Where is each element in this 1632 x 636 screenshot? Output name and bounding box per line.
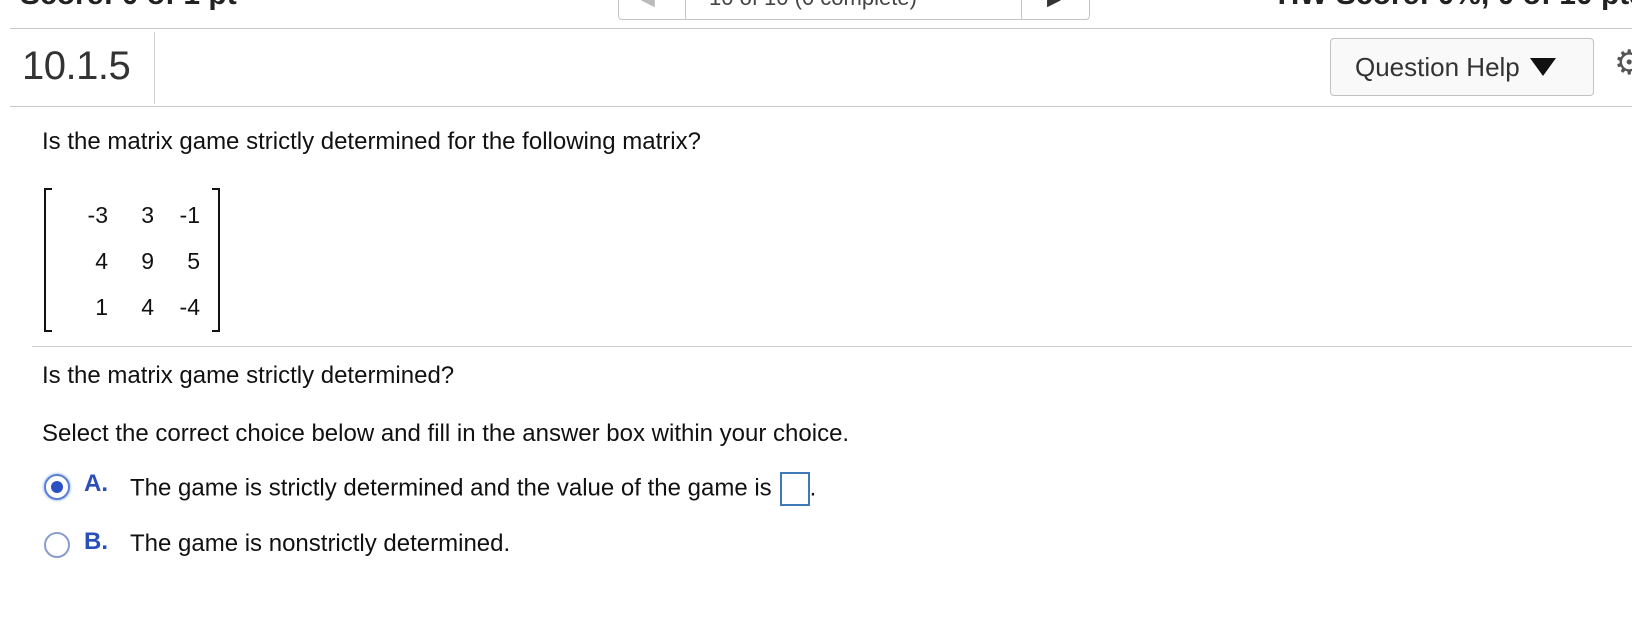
answer-input-box[interactable] [779, 472, 810, 506]
next-question-icon[interactable]: ▶ [1047, 0, 1061, 10]
matrix-cell: 1 [95, 294, 108, 320]
choice-b-letter: B. [84, 528, 108, 555]
matrix-cell: 5 [187, 248, 200, 274]
choice-a-letter: A. [84, 470, 108, 497]
homework-score: HW Score: 0%, 0 of 10 pts [1278, 0, 1632, 12]
instruction-text: Select the correct choice below and fill… [42, 420, 850, 447]
matrix-cell: -3 [87, 202, 108, 228]
choice-a-text: The game is strictly determined and the … [130, 474, 772, 502]
question-nav-label[interactable]: 10 of 10 (0 complete) [709, 0, 917, 11]
top-status-bar: Score: 0 of 1 pt ◀ 10 of 10 (0 complete)… [0, 0, 1632, 28]
matrix-cell: 3 [141, 202, 154, 228]
question-navigator[interactable]: ◀ 10 of 10 (0 complete) ▶ [618, 0, 1090, 20]
divider [10, 106, 1632, 107]
payoff-matrix: -3 3 -1 4 9 5 1 4 -4 [44, 188, 220, 332]
matrix-left-bracket [44, 188, 52, 332]
divider [10, 28, 1632, 29]
divider [154, 32, 155, 104]
matrix-cell: -4 [179, 294, 200, 320]
sub-question: Is the matrix game strictly determined? [42, 362, 455, 389]
choice-b-text: The game is nonstrictly determined. [130, 530, 511, 557]
choice-a-suffix: . [809, 474, 817, 502]
previous-question-icon[interactable]: ◀ [641, 0, 655, 10]
question-number: 10.1.5 [22, 44, 131, 88]
radio-choice-a[interactable] [44, 474, 70, 500]
question-help-button[interactable]: Question Help [1330, 38, 1594, 96]
matrix-cell: -1 [179, 202, 200, 228]
matrix-right-bracket [212, 188, 220, 332]
radio-choice-b[interactable] [44, 532, 70, 558]
question-prompt: Is the matrix game strictly determined f… [42, 128, 701, 155]
matrix-cell: 4 [141, 294, 154, 320]
matrix-cell: 9 [141, 248, 154, 274]
question-help-label: Question Help [1355, 51, 1520, 82]
question-score: Score: 0 of 1 pt [20, 0, 237, 12]
matrix-cell: 4 [95, 248, 108, 274]
triangle-down-icon [1529, 58, 1556, 76]
gear-icon[interactable]: ⚙ [1614, 46, 1632, 80]
divider [32, 346, 1632, 347]
